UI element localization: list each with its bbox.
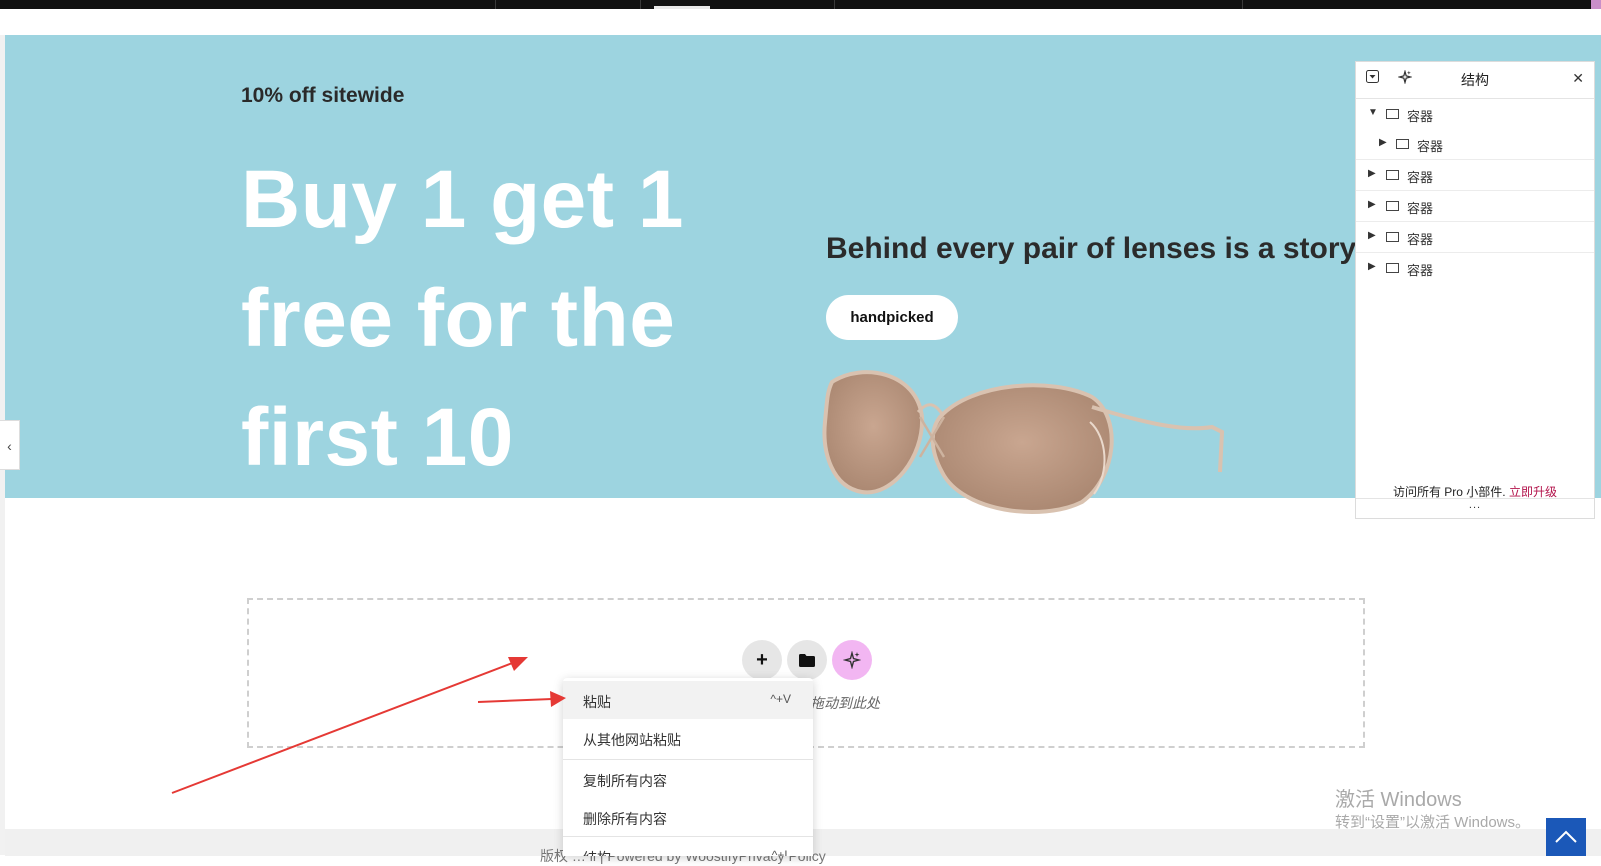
- container-icon: [1386, 263, 1399, 273]
- plus-icon: +: [756, 648, 768, 671]
- collapse-left-panel-button[interactable]: ‹: [0, 420, 20, 470]
- tree-item-container[interactable]: ▶ 容器: [1356, 191, 1594, 221]
- pro-notice-text: 访问所有 Pro 小部件.: [1392, 485, 1506, 499]
- menu-item-label: 粘贴: [583, 694, 611, 710]
- menu-item-copy-all[interactable]: 复制所有内容: [563, 760, 813, 798]
- tree-item-container[interactable]: ▶ 容器: [1356, 129, 1594, 159]
- scroll-to-top-button[interactable]: [1546, 818, 1586, 856]
- drop-zone-hint: 拖动到此处: [810, 695, 880, 711]
- panel-title: 结构: [1461, 72, 1489, 88]
- structure-panel: 结构 ✕ ▼ 容器 ▶ 容器 ▶ 容器 ▶ 容器 ▶ 容器 ▶ 容器 访问所有 …: [1355, 61, 1595, 519]
- caret-right-icon[interactable]: ▶: [1368, 230, 1376, 241]
- caret-right-icon[interactable]: ▶: [1379, 137, 1387, 148]
- tree-item-label: 容器: [1407, 232, 1434, 247]
- close-icon[interactable]: ✕: [1572, 70, 1584, 87]
- caret-right-icon[interactable]: ▶: [1368, 168, 1376, 179]
- promo-text: 10% off sitewide: [241, 84, 405, 107]
- tree-item-label: 容器: [1407, 201, 1434, 216]
- menu-item-label: 从其他网站粘贴: [583, 732, 681, 748]
- menu-item-shortcut: ^+L: [771, 848, 791, 856]
- template-library-button[interactable]: [787, 640, 827, 680]
- story-heading: Behind every pair of lenses is a story: [826, 232, 1357, 265]
- context-menu: 粘贴 ^+V 从其他网站粘贴 复制所有内容 删除所有内容 结构 ^+L: [563, 678, 813, 856]
- menu-item-paste[interactable]: 粘贴 ^+V: [563, 681, 813, 719]
- container-icon: [1396, 139, 1409, 149]
- caret-right-icon[interactable]: ▶: [1368, 199, 1376, 210]
- menu-item-label: 删除所有内容: [583, 811, 667, 827]
- top-bar-divider: [640, 0, 641, 9]
- menu-item-delete-all[interactable]: 删除所有内容: [563, 798, 813, 836]
- menu-item-paste-from-other-site[interactable]: 从其他网站粘贴: [563, 719, 813, 757]
- caret-right-icon[interactable]: ▶: [1368, 261, 1376, 272]
- upgrade-link[interactable]: 立即升级: [1509, 485, 1557, 499]
- chevron-up-icon: [1555, 830, 1577, 843]
- tree-item-label: 容器: [1407, 170, 1434, 185]
- tree-item-label: 容器: [1417, 139, 1444, 154]
- browser-top-bar: [0, 0, 1601, 9]
- menu-item-label: 复制所有内容: [583, 773, 667, 789]
- top-bar-divider: [1242, 0, 1243, 9]
- top-bar-divider: [495, 0, 496, 9]
- container-icon: [1386, 109, 1399, 119]
- folder-icon: [799, 653, 815, 667]
- tree-item-container[interactable]: ▼ 容器: [1356, 99, 1594, 129]
- container-icon: [1386, 201, 1399, 211]
- top-bar-active-indicator: [654, 6, 710, 9]
- tree-item-container[interactable]: ▶ 容器: [1356, 160, 1594, 190]
- top-bar-accent: [1591, 0, 1601, 9]
- windows-activation-subtitle: 转到“设置”以激活 Windows。: [1335, 814, 1531, 831]
- caret-down-icon[interactable]: ▼: [1368, 107, 1378, 118]
- tree-item-container[interactable]: ▶ 容器: [1356, 253, 1594, 283]
- tree-item-label: 容器: [1407, 263, 1434, 278]
- ai-generate-button[interactable]: [832, 640, 872, 680]
- sparkle-icon: [843, 651, 861, 669]
- tree-item-label: 容器: [1407, 109, 1434, 124]
- menu-item-structure[interactable]: 结构 ^+L: [563, 837, 813, 856]
- menu-item-label: 结构: [583, 848, 611, 856]
- windows-activation-title: 激活 Windows: [1335, 789, 1462, 811]
- panel-resize-handle[interactable]: ...: [1356, 499, 1594, 511]
- sunglasses-image: [822, 370, 1225, 514]
- container-icon: [1386, 170, 1399, 180]
- menu-item-shortcut: ^+V: [770, 692, 791, 706]
- container-icon: [1386, 232, 1399, 242]
- add-section-button[interactable]: +: [742, 640, 782, 680]
- tree-item-container[interactable]: ▶ 容器: [1356, 222, 1594, 252]
- handpicked-button[interactable]: handpicked: [826, 295, 958, 340]
- top-bar-divider: [834, 0, 835, 9]
- hero-headline: Buy 1 get 1 free for the first 10 people: [241, 154, 684, 602]
